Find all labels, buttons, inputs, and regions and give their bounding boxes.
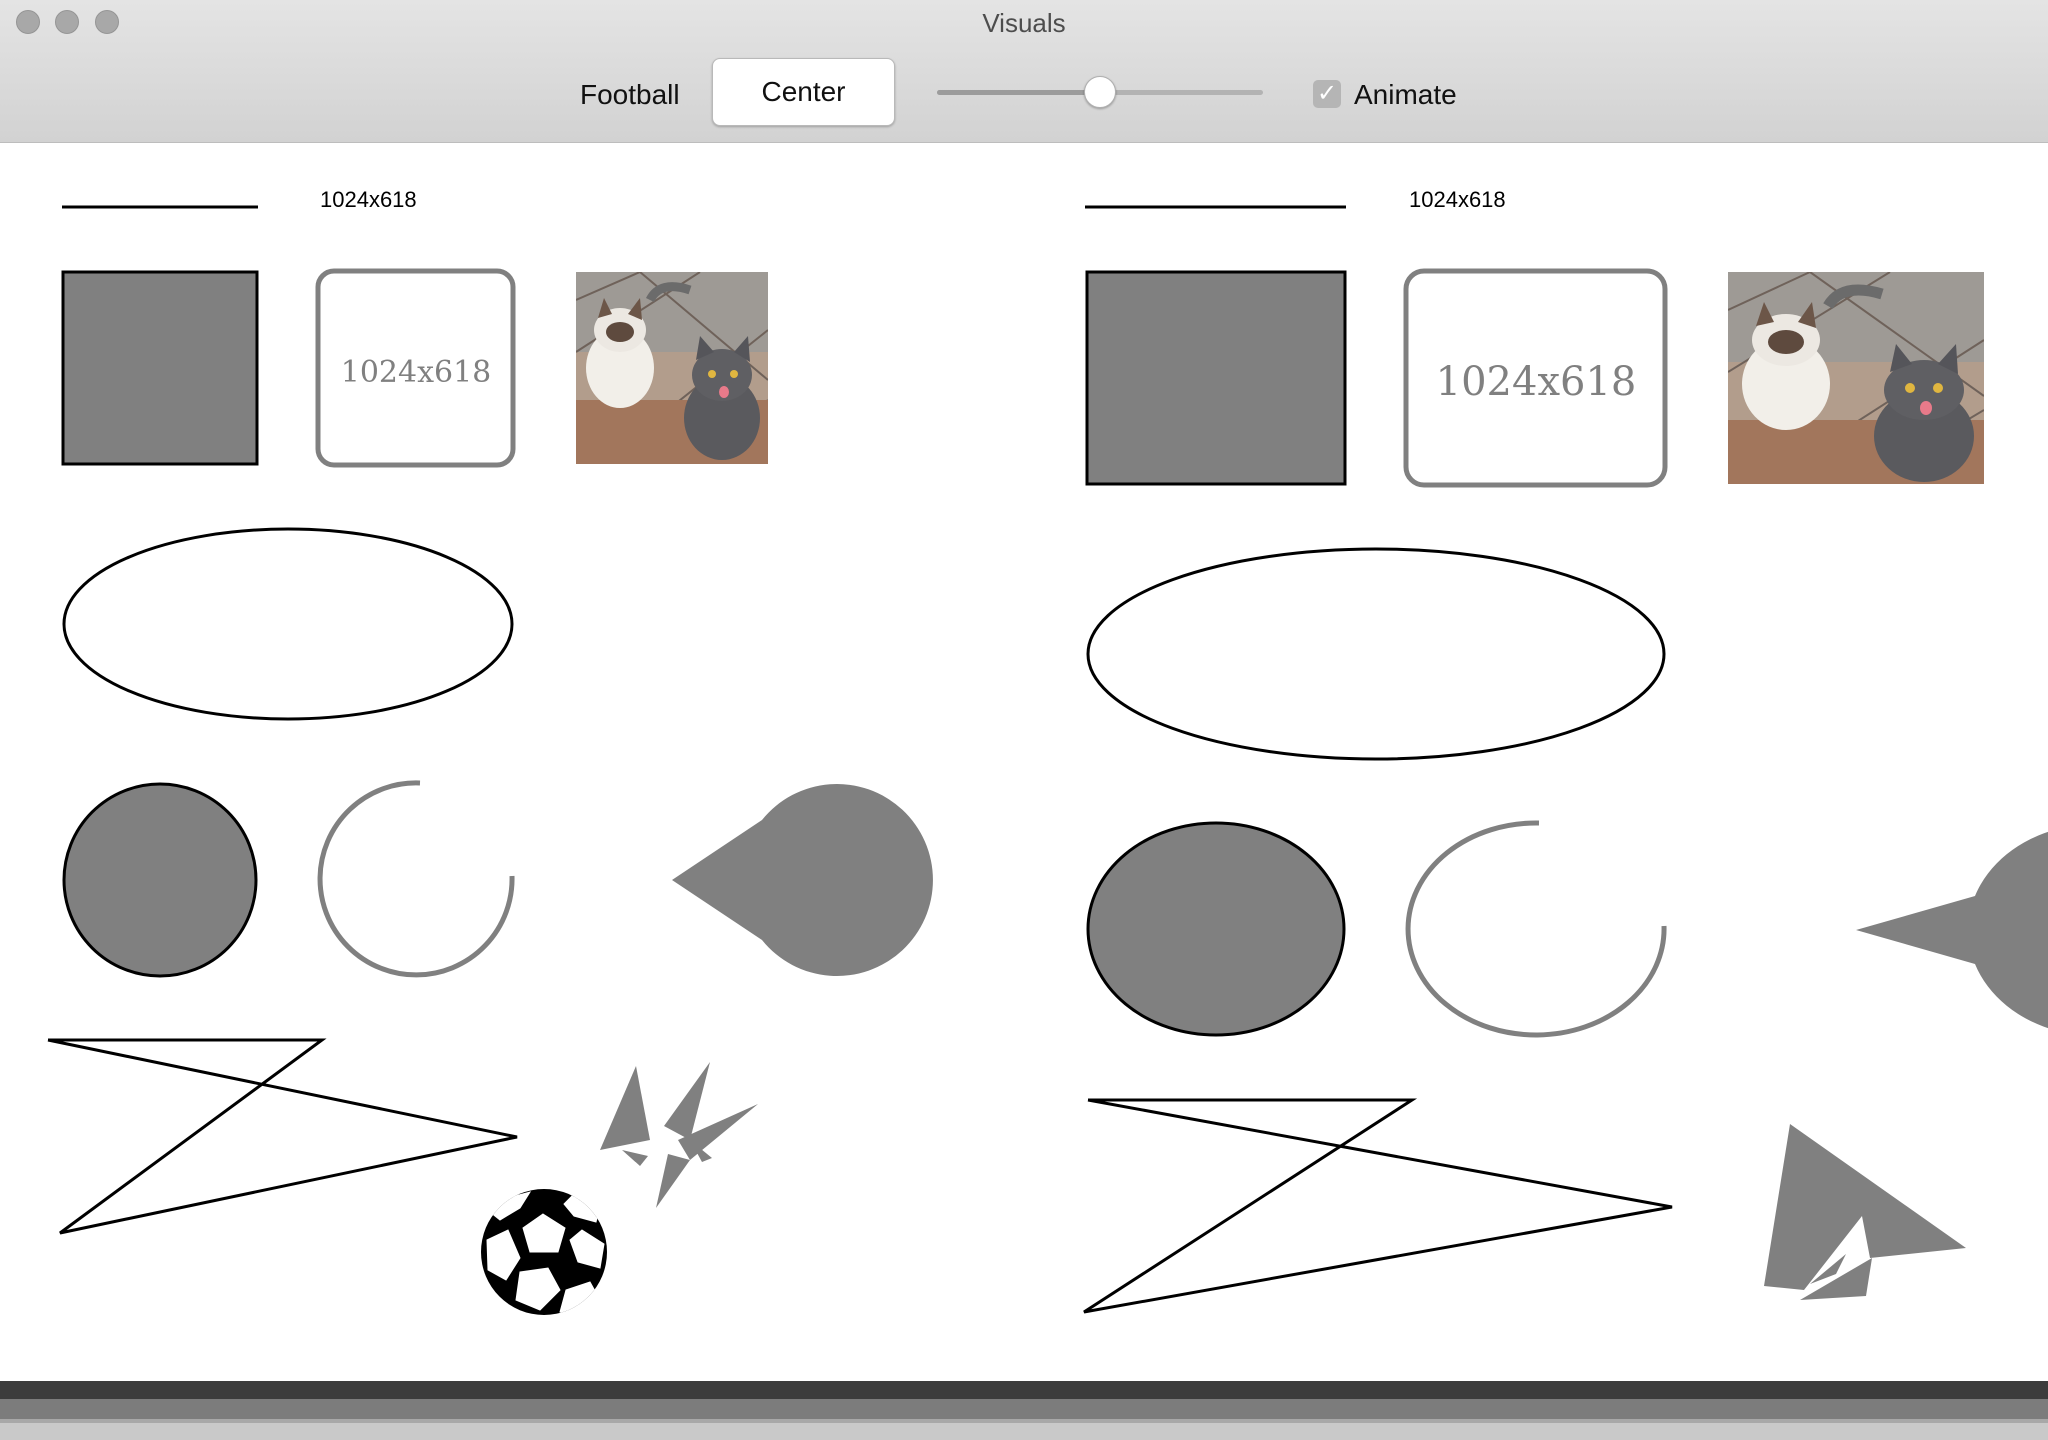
zigzag-polyline — [1083, 1098, 1673, 1314]
open-arc — [1405, 820, 1667, 1038]
spinning-shape — [1764, 1124, 1966, 1300]
drawing-canvas: 1024x618 1024x618 1024x618 1024x618 — [47, 187, 2048, 1315]
footer-stripe-mid — [0, 1399, 2048, 1419]
left-panel: 1024x618 1024x618 — [47, 187, 933, 1315]
spinning-shape — [600, 1062, 758, 1208]
pacman-shape — [672, 784, 933, 976]
canvas-size-label: 1024x618 — [1409, 187, 1506, 212]
footer-stripe-lightest — [0, 1423, 2048, 1440]
footer-stripe-dark — [0, 1381, 2048, 1399]
filled-circle — [62, 782, 258, 978]
filled-rectangle — [1085, 270, 1347, 486]
rounded-box-text: 1024x618 — [341, 355, 492, 390]
filled-ellipse — [1086, 821, 1346, 1037]
right-panel: 1024x618 1024x618 — [1083, 187, 2048, 1314]
rounded-box-text: 1024x618 — [1436, 359, 1637, 405]
soccer-ball-icon — [481, 1189, 607, 1315]
open-arc — [317, 780, 515, 978]
ellipse-shape — [62, 527, 514, 721]
canvas-size-label: 1024x618 — [320, 187, 417, 212]
pacman-eye — [1855, 863, 1887, 895]
zigzag-polyline — [47, 1038, 518, 1235]
pacman-shape — [1856, 831, 2048, 1029]
cat-photo — [1728, 272, 1984, 484]
filled-rectangle — [61, 270, 259, 466]
cat-photo — [576, 272, 768, 464]
pacman-eye — [673, 821, 695, 843]
ellipse-shape — [1086, 547, 1666, 761]
